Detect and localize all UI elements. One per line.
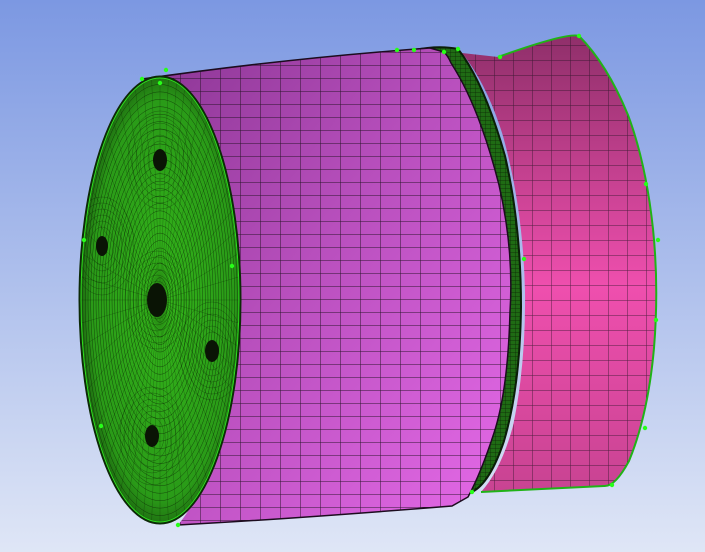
mesh-vertex[interactable] [139, 76, 145, 82]
mesh-vertex[interactable] [441, 49, 447, 55]
hole-bottom[interactable] [145, 425, 159, 447]
mesh-vertex[interactable] [411, 47, 417, 53]
mesh-vertex[interactable] [157, 80, 163, 86]
mesh-vertex[interactable] [469, 489, 475, 495]
mesh-vertex[interactable] [497, 54, 503, 60]
mesh-vertex[interactable] [521, 256, 527, 262]
hole-right[interactable] [205, 340, 219, 362]
mesh-vertex[interactable] [175, 522, 181, 528]
mesh-vertex[interactable] [394, 47, 400, 53]
mesh-vertex[interactable] [642, 425, 648, 431]
mesh-vertex[interactable] [655, 237, 661, 243]
mesh-vertex[interactable] [643, 181, 649, 187]
hole-left[interactable] [96, 236, 108, 256]
hole-top[interactable] [153, 149, 167, 171]
mesh-vertex[interactable] [609, 482, 615, 488]
mesh-vertex[interactable] [81, 237, 87, 243]
mesh-scene[interactable] [0, 0, 705, 552]
mesh-vertex[interactable] [576, 33, 582, 39]
graphics-viewport[interactable] [0, 0, 705, 552]
mesh-vertex[interactable] [229, 263, 235, 269]
mesh-vertex[interactable] [98, 423, 104, 429]
hole-center[interactable] [147, 283, 167, 317]
mesh-vertex[interactable] [163, 67, 169, 73]
mesh-vertex[interactable] [653, 317, 659, 323]
mesh-vertex[interactable] [455, 46, 461, 52]
